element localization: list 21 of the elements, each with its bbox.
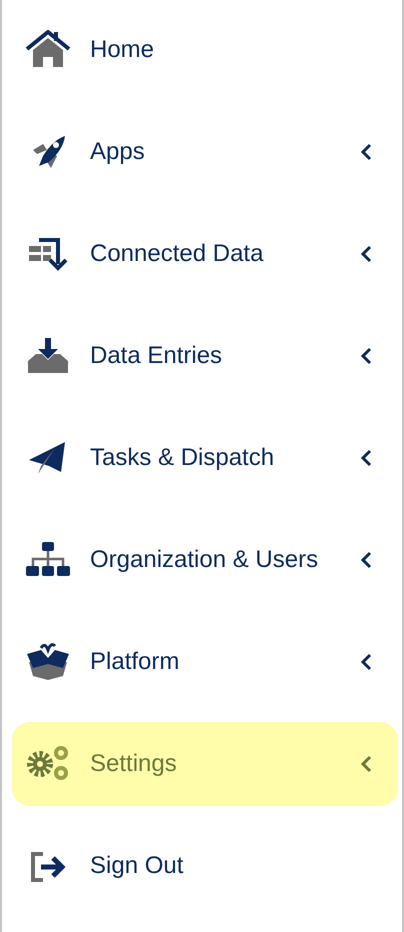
menu-item-label: Organization & Users (90, 546, 320, 574)
menu-item-label: Data Entries (90, 342, 224, 370)
menu-item[interactable]: Home (12, 8, 398, 92)
menu-item-label: Connected Data (90, 240, 264, 268)
menu-item[interactable]: Data Entries (12, 314, 398, 398)
menu-item[interactable]: Platform (12, 620, 398, 704)
menu-item[interactable]: Tasks & Dispatch (12, 416, 398, 500)
menu-item[interactable]: Sign Out (12, 824, 398, 908)
menu-item[interactable]: Settings (12, 722, 398, 806)
menu-item-label: Settings (90, 750, 178, 778)
menu-item-label: Home (90, 36, 156, 64)
menu-item[interactable]: Connected Data (12, 212, 398, 296)
inbox-download-icon (25, 336, 71, 376)
menu-item[interactable]: Organization & Users (12, 518, 398, 602)
house-icon (25, 30, 71, 70)
menu-item-label: Tasks & Dispatch (90, 444, 276, 472)
open-box-icon (25, 642, 71, 682)
menu-item[interactable]: Apps (12, 110, 398, 194)
menu-item-label: Apps (90, 138, 146, 166)
menu-item-label: Sign Out (90, 852, 184, 880)
menu-item-label: Platform (90, 648, 180, 676)
